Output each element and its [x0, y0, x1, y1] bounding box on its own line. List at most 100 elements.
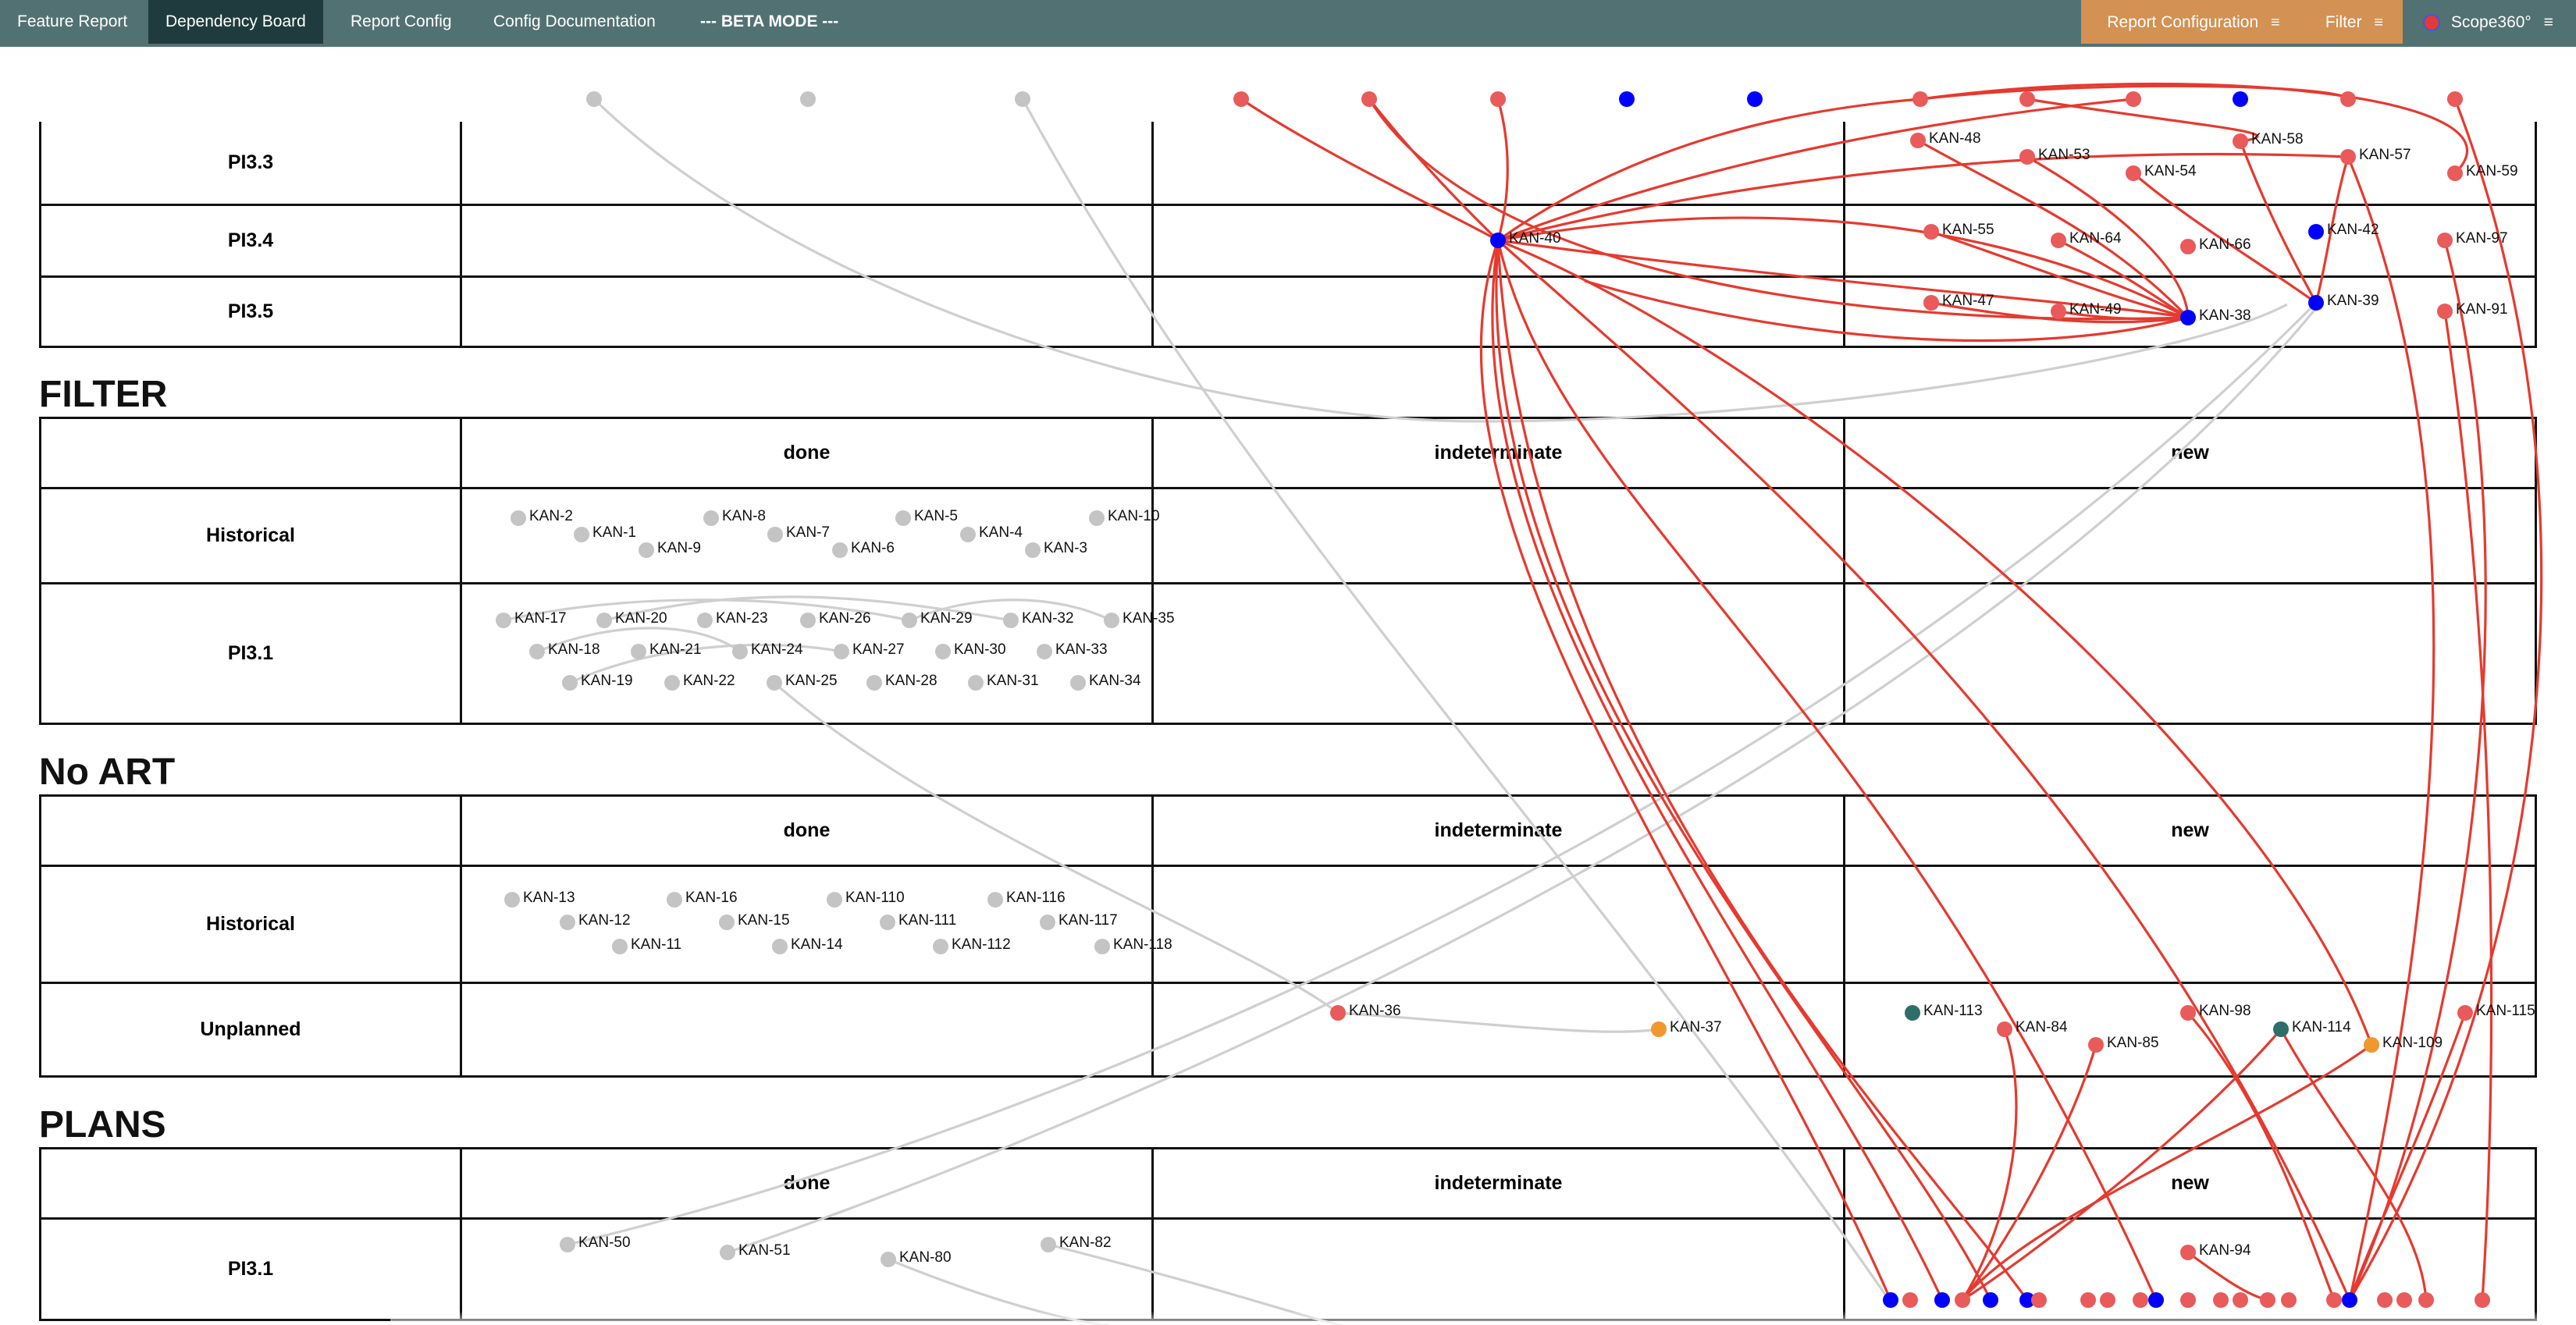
offscreen-node-bottom[interactable]	[2396, 1292, 2412, 1308]
issue-node[interactable]: KAN-22	[664, 673, 735, 691]
offscreen-node-bottom[interactable]	[2326, 1292, 2342, 1308]
issue-node[interactable]: KAN-4	[960, 524, 1023, 542]
issue-node[interactable]: KAN-15	[719, 912, 790, 930]
report-configuration-button[interactable]: Report Configuration ≡	[2081, 0, 2306, 44]
issue-node[interactable]: KAN-25	[767, 673, 838, 691]
offscreen-node-bottom[interactable]	[2342, 1292, 2357, 1308]
offscreen-node-bottom[interactable]	[2180, 1292, 2196, 1308]
issue-node[interactable]: KAN-10	[1089, 508, 1160, 526]
issue-node[interactable]: KAN-53	[2019, 147, 2090, 165]
issue-node[interactable]: KAN-26	[800, 610, 871, 628]
offscreen-node-bottom[interactable]	[2213, 1292, 2229, 1308]
issue-node[interactable]: KAN-58	[2233, 131, 2304, 149]
issue-node[interactable]: KAN-112	[933, 936, 1011, 954]
issue-node[interactable]: KAN-17	[496, 610, 567, 628]
issue-node[interactable]: KAN-85	[2088, 1035, 2159, 1053]
issue-node[interactable]: KAN-27	[834, 641, 905, 659]
offscreen-node-top[interactable]	[1912, 91, 1928, 107]
offscreen-node-bottom[interactable]	[2475, 1292, 2490, 1308]
offscreen-node-top[interactable]	[1490, 91, 1506, 107]
offscreen-node-bottom[interactable]	[2031, 1292, 2047, 1308]
issue-node[interactable]: KAN-7	[767, 524, 830, 542]
issue-node[interactable]: KAN-59	[2447, 163, 2518, 181]
issue-node[interactable]: KAN-13	[504, 890, 575, 908]
issue-node[interactable]: KAN-37	[1651, 1019, 1722, 1037]
issue-node[interactable]: KAN-9	[639, 540, 701, 558]
issue-node[interactable]: KAN-113	[1905, 1003, 1983, 1021]
offscreen-node-bottom[interactable]	[2377, 1292, 2393, 1308]
issue-node[interactable]: KAN-32	[1003, 610, 1074, 628]
issue-node[interactable]: KAN-117	[1040, 912, 1118, 930]
issue-node[interactable]: KAN-109	[2364, 1035, 2443, 1053]
issue-node[interactable]: KAN-115	[2457, 1003, 2535, 1021]
tab-feature-report[interactable]: Feature Report	[0, 0, 144, 44]
offscreen-node-top[interactable]	[1619, 91, 1635, 107]
issue-node[interactable]: KAN-36	[1330, 1003, 1401, 1021]
issue-node[interactable]: KAN-50	[560, 1234, 631, 1252]
tab-report-config[interactable]: Report Config	[333, 0, 469, 44]
issue-node[interactable]: KAN-47	[1923, 293, 1994, 311]
issue-node[interactable]: KAN-116	[987, 890, 1066, 908]
issue-node[interactable]: KAN-21	[631, 641, 702, 659]
issue-node[interactable]: KAN-110	[827, 890, 905, 908]
issue-node[interactable]: KAN-114	[2273, 1019, 2351, 1037]
offscreen-node-bottom[interactable]	[2148, 1292, 2164, 1308]
issue-node[interactable]: KAN-6	[832, 540, 895, 558]
issue-node[interactable]: KAN-20	[596, 610, 667, 628]
issue-node[interactable]: KAN-98	[2180, 1003, 2251, 1021]
issue-node[interactable]: KAN-28	[866, 673, 938, 691]
offscreen-node-top[interactable]	[2126, 91, 2141, 107]
offscreen-node-top[interactable]	[1015, 91, 1030, 107]
offscreen-node-top[interactable]	[800, 91, 816, 107]
issue-node[interactable]: KAN-54	[2126, 163, 2197, 181]
offscreen-node-top[interactable]	[2019, 91, 2035, 107]
offscreen-node-bottom[interactable]	[2260, 1292, 2275, 1308]
tab-dependency-board[interactable]: Dependency Board	[148, 0, 323, 44]
tab-config-documentation[interactable]: Config Documentation	[476, 0, 673, 44]
issue-node[interactable]: KAN-48	[1910, 130, 1981, 148]
issue-node[interactable]: KAN-91	[2437, 301, 2508, 319]
offscreen-node-bottom[interactable]	[2080, 1292, 2096, 1308]
offscreen-node-bottom[interactable]	[2133, 1292, 2148, 1308]
issue-node[interactable]: KAN-30	[935, 641, 1006, 659]
offscreen-node-bottom[interactable]	[1934, 1292, 1950, 1308]
issue-node[interactable]: KAN-82	[1041, 1234, 1112, 1252]
issue-node[interactable]: KAN-31	[968, 673, 1039, 691]
offscreen-node-top[interactable]	[2447, 91, 2463, 107]
offscreen-node-bottom[interactable]	[2418, 1292, 2434, 1308]
issue-node[interactable]: KAN-2	[511, 508, 573, 526]
issue-node[interactable]: KAN-11	[612, 936, 681, 954]
offscreen-node-top[interactable]	[1361, 91, 1377, 107]
issue-node[interactable]: KAN-64	[2051, 230, 2122, 248]
issue-node[interactable]: KAN-29	[902, 610, 973, 628]
issue-node[interactable]: KAN-39	[2308, 293, 2379, 311]
issue-node[interactable]: KAN-8	[703, 508, 766, 526]
issue-node[interactable]: KAN-97	[2437, 230, 2508, 248]
issue-node[interactable]: KAN-34	[1070, 673, 1141, 691]
issue-node[interactable]: KAN-3	[1025, 540, 1087, 558]
offscreen-node-top[interactable]	[586, 91, 602, 107]
brand-menu[interactable]: Scope360° ≡	[2406, 0, 2576, 44]
issue-node[interactable]: KAN-94	[2180, 1242, 2251, 1260]
issue-node[interactable]: KAN-23	[697, 610, 768, 628]
issue-node[interactable]: KAN-1	[574, 524, 636, 542]
issue-node[interactable]: KAN-14	[772, 936, 843, 954]
issue-node[interactable]: KAN-19	[562, 673, 633, 691]
filter-button[interactable]: Filter ≡	[2306, 0, 2403, 44]
offscreen-node-bottom[interactable]	[1883, 1292, 1898, 1308]
issue-node[interactable]: KAN-66	[2180, 236, 2251, 254]
issue-node[interactable]: KAN-84	[1997, 1019, 2068, 1037]
issue-node[interactable]: KAN-35	[1104, 610, 1175, 628]
offscreen-node-bottom[interactable]	[2100, 1292, 2115, 1308]
offscreen-node-bottom[interactable]	[2233, 1292, 2248, 1308]
offscreen-node-bottom[interactable]	[2281, 1292, 2297, 1308]
offscreen-node-bottom[interactable]	[1902, 1292, 1918, 1308]
issue-node[interactable]: KAN-16	[667, 890, 738, 908]
issue-node[interactable]: KAN-5	[895, 508, 958, 526]
offscreen-node-top[interactable]	[2340, 91, 2356, 107]
issue-node[interactable]: KAN-12	[560, 912, 631, 930]
offscreen-node-top[interactable]	[2233, 91, 2248, 107]
issue-node[interactable]: KAN-111	[880, 912, 956, 930]
issue-node[interactable]: KAN-80	[881, 1249, 952, 1267]
issue-node[interactable]: KAN-118	[1094, 936, 1172, 954]
